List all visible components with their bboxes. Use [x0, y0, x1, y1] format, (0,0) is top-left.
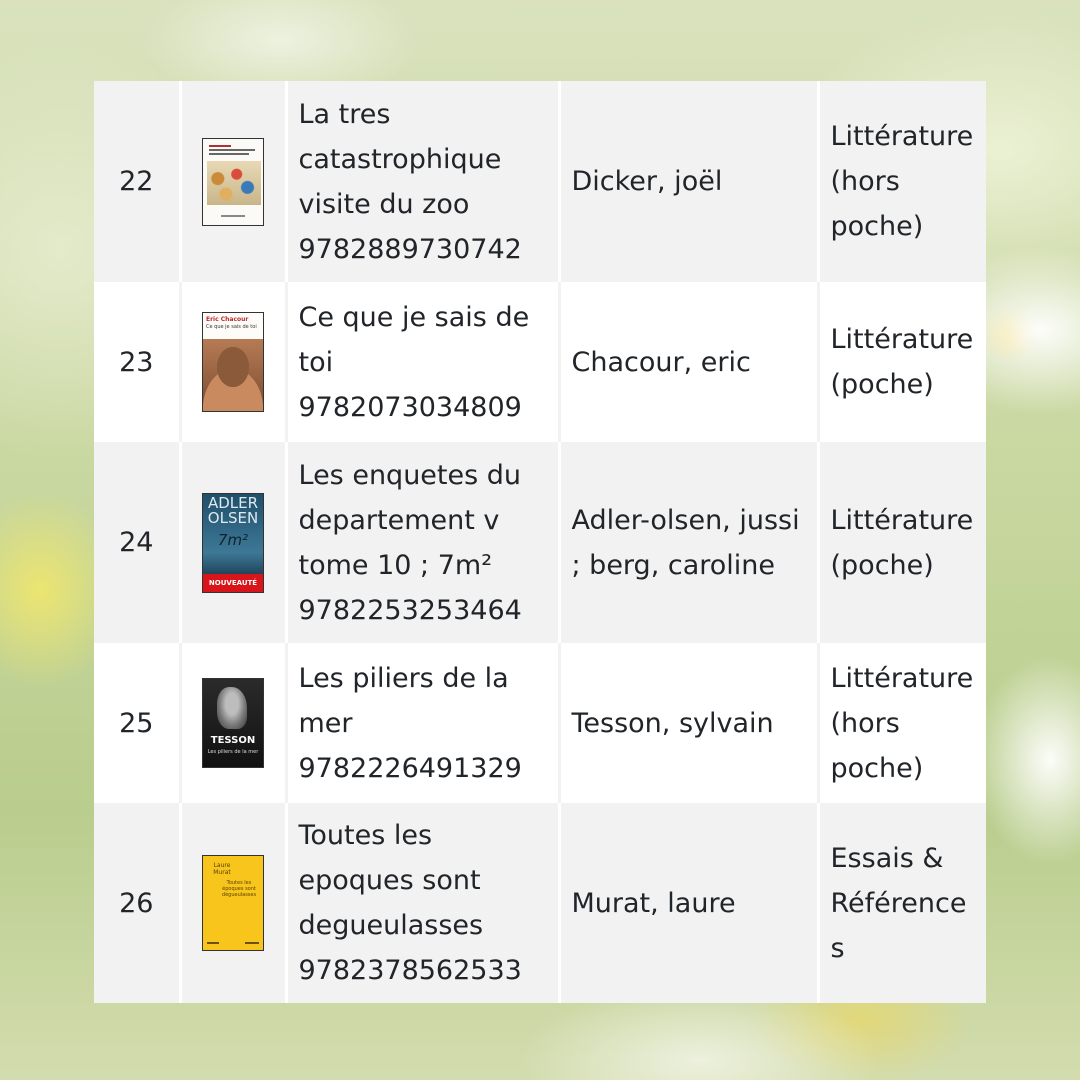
table-row[interactable]: 24 ADLER OLSEN 7m² NOUVEAUTÉ Les enquete…	[94, 442, 986, 643]
category-cell: Essais & Références	[816, 803, 986, 1003]
book-cover-chacour[interactable]: Eric Chacour Ce que je sais de toi	[202, 312, 264, 412]
title-line: Les piliers de la	[298, 662, 509, 694]
rank-cell: 23	[94, 282, 180, 442]
title-line: degueulasses	[298, 910, 484, 941]
author-cell: Chacour, eric	[557, 282, 818, 442]
category-cell: Littérature (hors poche)	[816, 643, 986, 803]
title-cell: Les enquetes du departement v tome 10 ; …	[284, 442, 559, 643]
rank-cell: 22	[94, 81, 180, 282]
category-cell: Littérature (poche)	[816, 442, 986, 643]
author-cell: Murat, laure	[557, 803, 818, 1003]
cover-cell: Laure Murat Toutes les époques sont dégu…	[178, 803, 286, 1003]
author-line: ; berg, caroline	[571, 549, 776, 581]
bestseller-table: 22 La tres catastrophique visite du zoo …	[94, 81, 986, 1003]
title-line: departement v	[298, 504, 500, 536]
table-row[interactable]: 22 La tres catastrophique visite du zoo …	[94, 81, 986, 282]
category-line: (poche)	[830, 549, 934, 581]
cover-cell: TESSON Les piliers de la mer	[178, 643, 286, 803]
cover-title: Toutes les époques sont dégueulasses	[221, 880, 257, 898]
title-cell: La tres catastrophique visite du zoo 978…	[284, 81, 559, 282]
title-line: La tres	[298, 98, 391, 130]
book-cover-zoo[interactable]	[202, 137, 264, 226]
category-line: Littérature	[830, 662, 974, 694]
rank-cell: 26	[94, 803, 180, 1003]
isbn: 9782073034809	[298, 391, 522, 423]
category-line: Littérature	[830, 504, 974, 536]
category-line: Littérature	[830, 121, 974, 152]
cover-cell	[178, 81, 286, 282]
category-cell: Littérature (poche)	[816, 282, 986, 442]
title-line: Ce que je sais de	[298, 301, 530, 333]
isbn: 9782253253464	[298, 594, 522, 626]
table-row[interactable]: 23 Eric Chacour Ce que je sais de toi Ce…	[94, 282, 986, 442]
table-row[interactable]: 26 Laure Murat Toutes les époques sont d…	[94, 803, 986, 1003]
table-row[interactable]: 25 TESSON Les piliers de la mer Les pili…	[94, 643, 986, 803]
title-cell: Les piliers de la mer 9782226491329	[284, 643, 559, 803]
book-cover-tesson[interactable]: TESSON Les piliers de la mer	[202, 678, 264, 768]
category-line: poche)	[830, 752, 924, 784]
category-line: (hors	[830, 707, 900, 739]
cover-badge: NOUVEAUTÉ	[203, 573, 263, 592]
cover-author: Laure Murat	[213, 862, 231, 876]
title-line: epoques sont	[298, 865, 481, 896]
isbn: 9782889730742	[298, 233, 522, 265]
cover-title: Les piliers de la mer	[207, 749, 259, 755]
isbn: 9782378562533	[298, 955, 522, 986]
isbn: 9782226491329	[298, 752, 522, 784]
book-cover-adler-olsen[interactable]: ADLER OLSEN 7m² NOUVEAUTÉ	[202, 492, 264, 593]
category-line: (hors	[830, 166, 900, 197]
title-line: mer	[298, 707, 353, 739]
title-line: Les enquetes du	[298, 459, 522, 491]
category-cell: Littérature (hors poche)	[816, 81, 986, 282]
cover-author: TESSON	[210, 735, 256, 746]
title-line: visite du zoo	[298, 188, 470, 220]
title-line: toi	[298, 346, 334, 378]
author-cell: Adler-olsen, jussi ; berg, caroline	[557, 442, 818, 643]
title-line: catastrophique	[298, 143, 502, 175]
rank-cell: 25	[94, 643, 180, 803]
category-line: (poche)	[830, 369, 934, 400]
author-cell: Dicker, joël	[557, 81, 818, 282]
title-line: Toutes les	[298, 820, 433, 851]
cover-cell: Eric Chacour Ce que je sais de toi	[178, 282, 286, 442]
cover-title: Ce que je sais de toi	[206, 324, 257, 330]
cover-cell: ADLER OLSEN 7m² NOUVEAUTÉ	[178, 442, 286, 643]
category-line: Essais &	[830, 842, 944, 874]
title-cell: Ce que je sais de toi 9782073034809	[284, 282, 559, 442]
author-line: Adler-olsen, jussi	[571, 504, 800, 536]
rank-cell: 24	[94, 442, 180, 643]
author-cell: Tesson, sylvain	[557, 643, 818, 803]
cover-title: 7m²	[217, 530, 249, 549]
cover-author: OLSEN	[207, 508, 259, 527]
title-line: tome 10 ; 7m²	[298, 549, 493, 581]
category-line: Références	[830, 887, 967, 964]
cover-author: Eric Chacour	[206, 316, 249, 323]
book-cover-murat[interactable]: Laure Murat Toutes les époques sont dégu…	[202, 855, 264, 951]
category-line: Littérature	[830, 324, 974, 355]
category-line: poche)	[830, 211, 924, 242]
title-cell: Toutes les epoques sont degueulasses 978…	[284, 803, 559, 1003]
